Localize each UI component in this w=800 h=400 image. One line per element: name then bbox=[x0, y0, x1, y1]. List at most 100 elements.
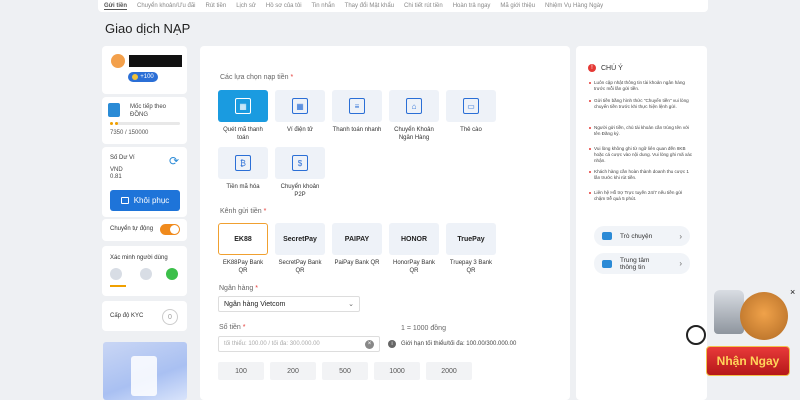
level-dot-icon bbox=[110, 122, 113, 125]
amount-input[interactable]: tối thiểu: 100.00 / tối đa: 300.000.00 × bbox=[218, 336, 380, 352]
deposit-option-box: ₿ bbox=[218, 147, 268, 179]
chevron-down-icon: ⌄ bbox=[348, 301, 354, 308]
refresh-icon[interactable]: ⟳ bbox=[169, 154, 179, 168]
coin-icon bbox=[132, 74, 139, 80]
level-value: 7350 / 150000 bbox=[110, 130, 149, 136]
info-center-button[interactable]: Trung tâm thông tin › bbox=[594, 253, 690, 274]
p2p-icon: $ bbox=[292, 155, 308, 171]
channel-label: EK88Pay Bank QR bbox=[222, 260, 264, 274]
channel-option-2[interactable]: PAIPAY PaiPay Bank QR bbox=[332, 223, 382, 267]
email-verify-icon[interactable] bbox=[140, 268, 152, 280]
kyc-level: 0 bbox=[162, 309, 178, 325]
deposit-option-label: Chuyển khoản P2P bbox=[280, 184, 320, 198]
deposit-option-2[interactable]: ≡ Thanh toán nhanh bbox=[332, 90, 382, 134]
verify-label: Xác minh người dùng bbox=[110, 255, 168, 261]
phone-verify-icon[interactable] bbox=[110, 268, 122, 280]
note-item: Liên hệ Hỗ trợ Trực tuyến 24/7 nếu tiền … bbox=[589, 190, 694, 202]
info-icon: i bbox=[388, 340, 396, 348]
channel-option-1[interactable]: SecretPay SecretPay Bank QR bbox=[275, 223, 325, 275]
deposit-option-box: $ bbox=[275, 147, 325, 179]
chevron-right-icon: › bbox=[679, 259, 682, 268]
balance-currency: VND bbox=[110, 167, 123, 173]
football-icon bbox=[686, 325, 706, 345]
channel-logo: HONOR bbox=[389, 223, 439, 255]
top-tabs: Gửi tiền Chuyển khoản/Ưu đãi Rút tiền Lịch … bbox=[98, 0, 708, 12]
deposit-option-label: Thanh toán nhanh bbox=[332, 127, 382, 133]
deposit-option-6[interactable]: $ Chuyển khoản P2P bbox=[275, 147, 325, 199]
channel-option-4[interactable]: TruePay Truepay 3 Bank QR bbox=[446, 223, 496, 275]
bank-select[interactable]: Ngân hàng Vietcom ⌄ bbox=[218, 296, 360, 312]
deposit-option-box: ⌂ bbox=[389, 90, 439, 122]
deposit-option-5[interactable]: ₿ Tiền mã hóa bbox=[218, 147, 268, 191]
deposit-option-box: ▦ bbox=[218, 90, 268, 122]
avatar[interactable] bbox=[111, 54, 125, 68]
deposit-option-1[interactable]: ▦ Ví điện tử bbox=[275, 90, 325, 134]
qr-scan-icon: ▦ bbox=[235, 98, 251, 114]
unit-text: 1 = 1000 đồng bbox=[401, 325, 446, 332]
deposit-option-label: Thẻ cào bbox=[460, 127, 482, 133]
quick-amount-button[interactable]: 100 bbox=[218, 362, 264, 380]
fast-pay-icon: ≡ bbox=[349, 98, 365, 114]
tab-2[interactable]: Rút tiền bbox=[206, 3, 227, 9]
level-label: Mốc tiếp theo ĐỒNG bbox=[130, 104, 167, 118]
notes-title: ! CHÚ Ý bbox=[588, 64, 623, 72]
deposit-option-label: Chuyển Khoản Ngân Hàng bbox=[394, 127, 434, 141]
deposit-options-label: Các lựa chọn nạp tiền * bbox=[220, 74, 294, 81]
channel-option-0[interactable]: EK88 EK88Pay Bank QR bbox=[218, 223, 268, 275]
note-item: Vui lòng không ghi từ ngữ liên quan đến … bbox=[589, 146, 693, 163]
chat-button[interactable]: Trò chuyện › bbox=[594, 226, 690, 246]
channel-option-3[interactable]: HONOR HonorPay Bank QR bbox=[389, 223, 439, 275]
auto-transfer-label: Chuyển tự động bbox=[110, 226, 154, 232]
deposit-option-label: Quét mã thanh toán bbox=[223, 127, 263, 141]
tab-0[interactable]: Gửi tiền bbox=[104, 3, 128, 10]
level-progress-bar bbox=[115, 122, 180, 125]
note-item: Khách hàng cần hoàn thành doanh thu cược… bbox=[589, 169, 694, 181]
claim-now-button[interactable]: Nhận Ngay bbox=[706, 346, 790, 376]
restore-button[interactable]: Khôi phục bbox=[110, 190, 180, 211]
page-title: Giao dịch NẠP bbox=[105, 21, 191, 36]
close-icon[interactable]: × bbox=[790, 287, 795, 297]
auto-transfer-toggle[interactable] bbox=[160, 224, 180, 235]
channel-label: SecretPay Bank QR bbox=[278, 260, 322, 274]
quick-amount-button[interactable]: 2000 bbox=[426, 362, 472, 380]
mascot-bear-icon bbox=[740, 292, 788, 340]
id-verify-icon[interactable] bbox=[166, 268, 178, 280]
promo-banner[interactable] bbox=[103, 342, 187, 400]
deposit-option-4[interactable]: ▭ Thẻ cào bbox=[446, 90, 496, 134]
tab-4[interactable]: Hồ sơ của tôi bbox=[266, 3, 302, 9]
quick-amount-button[interactable]: 200 bbox=[270, 362, 316, 380]
limit-text: Giới hạn tối thiểu/tối đa: 100.00/300.00… bbox=[401, 341, 517, 347]
amount-label: Số tiền * bbox=[219, 324, 246, 331]
tab-5[interactable]: Tin nhắn bbox=[312, 3, 335, 9]
verify-progress bbox=[110, 285, 126, 287]
deposit-option-label: Tiền mã hóa bbox=[226, 184, 260, 190]
crypto-icon: ₿ bbox=[235, 155, 251, 171]
tab-8[interactable]: Hoàn trả ngay bbox=[453, 3, 491, 9]
tab-6[interactable]: Thay đổi Mật khẩu bbox=[345, 3, 394, 9]
deposit-option-3[interactable]: ⌂ Chuyển Khoản Ngân Hàng bbox=[389, 90, 439, 142]
tab-1[interactable]: Chuyển khoản/Ưu đãi bbox=[137, 3, 196, 9]
deposit-option-box: ▦ bbox=[275, 90, 325, 122]
chat-icon bbox=[602, 232, 612, 240]
note-item: Gửi tiền bằng hình thức "Chuyển tiền" vu… bbox=[589, 98, 694, 110]
tab-9[interactable]: Mã giới thiệu bbox=[500, 3, 535, 9]
level-badge-icon bbox=[108, 103, 120, 117]
channels-label: Kênh gửi tiền * bbox=[220, 208, 267, 215]
tab-10[interactable]: Nhiệm Vụ Hàng Ngày bbox=[545, 3, 603, 9]
channel-label: PaiPay Bank QR bbox=[334, 260, 380, 266]
channel-logo: EK88 bbox=[218, 223, 268, 255]
tab-3[interactable]: Lịch sử bbox=[236, 3, 256, 9]
warning-icon: ! bbox=[588, 64, 596, 72]
balance-amount: 0.81 bbox=[110, 174, 122, 180]
info-center-icon bbox=[602, 259, 612, 268]
deposit-option-label: Ví điện tử bbox=[286, 127, 314, 133]
note-item: Luôn cập nhật thông tin tài khoản ngân h… bbox=[589, 80, 694, 92]
deposit-option-box: ▭ bbox=[446, 90, 496, 122]
quick-amount-button[interactable]: 500 bbox=[322, 362, 368, 380]
bank-icon: ⌂ bbox=[406, 98, 422, 114]
note-item: Người gửi tiền, chủ tài khoản cần trùng … bbox=[589, 125, 694, 137]
deposit-option-0[interactable]: ▦ Quét mã thanh toán bbox=[218, 90, 268, 142]
clear-icon[interactable]: × bbox=[365, 339, 374, 349]
tab-7[interactable]: Chi tiết rút tiền bbox=[404, 3, 443, 9]
quick-amount-button[interactable]: 1000 bbox=[374, 362, 420, 380]
